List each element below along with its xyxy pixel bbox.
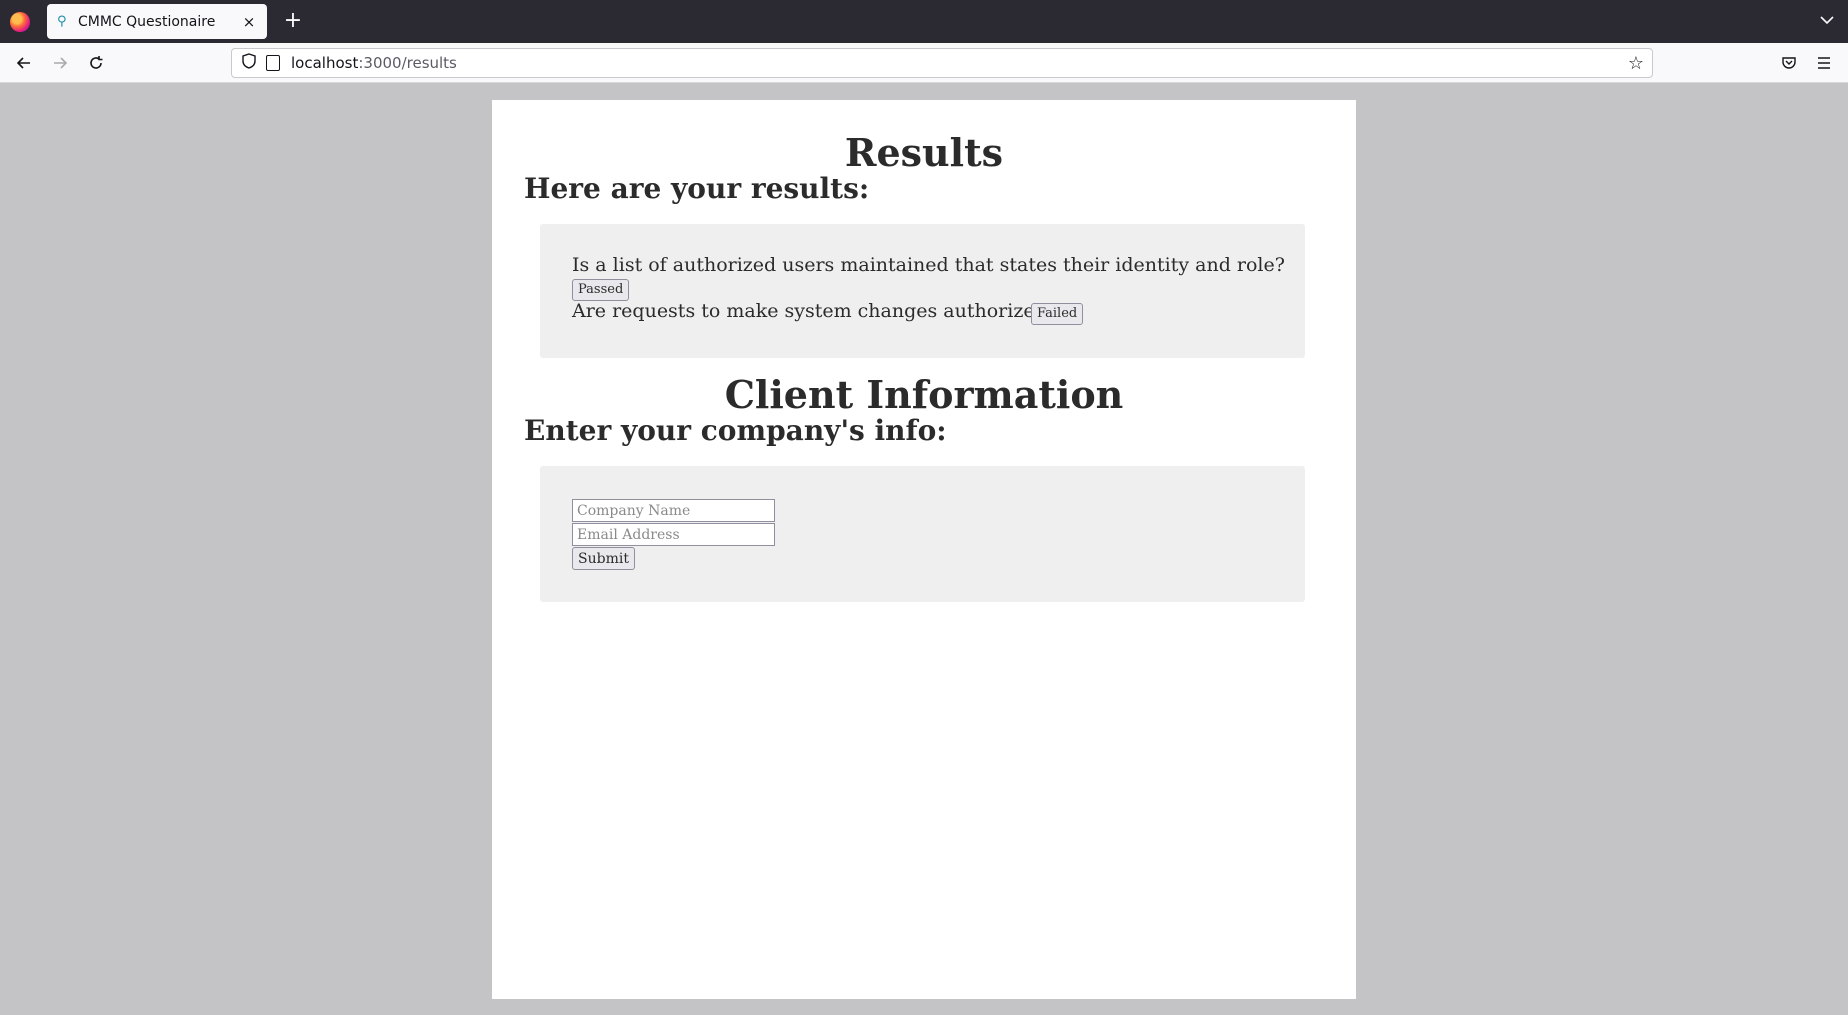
tab-favicon-icon: ⚲ bbox=[57, 13, 67, 29]
result-question-2: Are requests to make system changes auth… bbox=[572, 300, 1057, 322]
url-bar[interactable]: localhost:3000/results ☆ bbox=[231, 48, 1653, 78]
client-info-subtitle: Enter your company's info: bbox=[524, 414, 947, 447]
status-badge-passed: Passed bbox=[572, 279, 630, 301]
tracking-protection-shield-icon[interactable] bbox=[241, 53, 257, 73]
tab-strip: ⚲ CMMC Questionaire × + bbox=[0, 0, 1848, 43]
firefox-logo-icon[interactable] bbox=[10, 12, 30, 32]
url-host: localhost bbox=[291, 54, 359, 72]
tab-close-icon[interactable]: × bbox=[241, 13, 257, 31]
client-form-panel: Submit bbox=[540, 466, 1305, 602]
page-info-icon[interactable] bbox=[266, 55, 280, 71]
results-panel: Is a list of authorized users maintained… bbox=[540, 224, 1305, 358]
back-button[interactable] bbox=[11, 50, 37, 76]
results-subtitle: Here are your results: bbox=[524, 172, 870, 205]
submit-button[interactable]: Submit bbox=[572, 547, 635, 570]
content-card: Results Here are your results: Is a list… bbox=[492, 100, 1356, 999]
pocket-icon[interactable] bbox=[1777, 51, 1801, 75]
new-tab-button[interactable]: + bbox=[280, 8, 306, 34]
tab-cmmc[interactable]: ⚲ CMMC Questionaire × bbox=[47, 4, 267, 39]
client-info-title: Client Information bbox=[724, 372, 1124, 417]
tab-title: CMMC Questionaire bbox=[78, 13, 216, 30]
email-address-input[interactable] bbox=[572, 523, 775, 546]
results-title: Results bbox=[844, 130, 1004, 175]
bookmark-star-icon[interactable]: ☆ bbox=[1628, 53, 1644, 74]
reload-button[interactable] bbox=[83, 50, 109, 76]
nav-bar: localhost:3000/results ☆ bbox=[0, 43, 1848, 83]
status-badge-failed: Failed bbox=[1031, 303, 1084, 325]
hamburger-menu-icon[interactable] bbox=[1812, 51, 1836, 75]
company-name-input[interactable] bbox=[572, 499, 775, 522]
url-text[interactable]: localhost:3000/results bbox=[291, 54, 457, 72]
url-path: :3000/results bbox=[358, 54, 457, 72]
result-question-1: Is a list of authorized users maintained… bbox=[572, 254, 1285, 276]
forward-button[interactable] bbox=[47, 50, 73, 76]
list-all-tabs-icon[interactable] bbox=[1816, 10, 1838, 32]
